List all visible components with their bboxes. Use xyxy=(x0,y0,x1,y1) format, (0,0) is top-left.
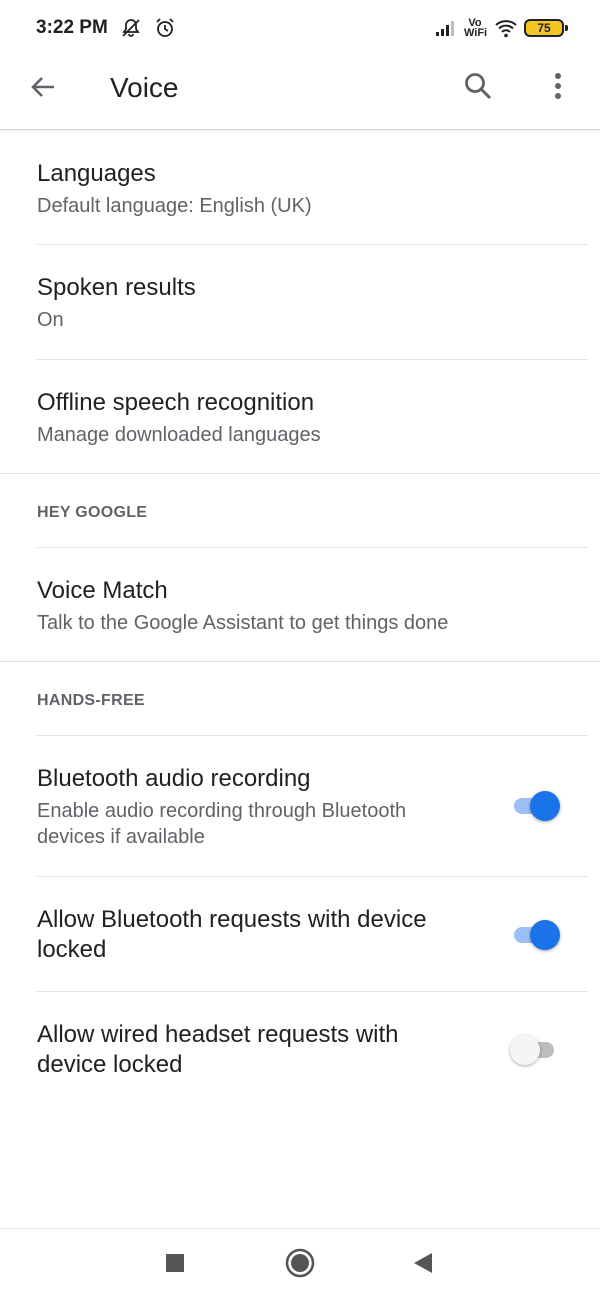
wired-locked-toggle[interactable] xyxy=(510,1033,560,1067)
toggle-thumb xyxy=(530,920,560,950)
languages-setting[interactable]: Languages Default language: English (UK) xyxy=(0,131,600,244)
battery-icon: 75 xyxy=(524,19,568,37)
languages-subtitle: Default language: English (UK) xyxy=(37,195,312,217)
page-title: Voice xyxy=(110,72,179,103)
alarm-icon xyxy=(154,17,176,39)
bluetooth-locked-title-line2: locked xyxy=(37,936,107,963)
more-options-button[interactable] xyxy=(536,66,580,110)
spoken-results-setting[interactable]: Spoken results On xyxy=(0,245,600,359)
wired-locked-title-line1: Allow wired headset requests with xyxy=(37,1021,399,1048)
offline-speech-setting[interactable]: Offline speech recognition Manage downlo… xyxy=(0,360,600,473)
bluetooth-audio-toggle[interactable] xyxy=(510,789,560,823)
search-icon xyxy=(463,71,493,106)
battery-level: 75 xyxy=(537,21,551,35)
spoken-results-subtitle: On xyxy=(37,309,64,331)
back-triangle-icon xyxy=(413,1252,433,1279)
bluetooth-audio-subtitle-line2: devices if available xyxy=(37,826,205,848)
wifi-icon xyxy=(494,17,517,39)
vowifi-indicator: Vo WiFi xyxy=(464,18,488,39)
status-time: 3:22 PM xyxy=(36,17,108,38)
bluetooth-audio-title: Bluetooth audio recording xyxy=(37,765,311,792)
voice-match-title: Voice Match xyxy=(37,577,168,604)
app-bar: Voice xyxy=(0,56,600,130)
home-circle-icon xyxy=(285,1248,315,1283)
vowifi-bottom: WiFi xyxy=(464,27,488,39)
status-right: Vo WiFi 75 xyxy=(434,17,568,39)
status-bar: 3:22 PM Vo WiFi 75 xyxy=(0,0,600,56)
section-header-hey-google: HEY GOOGLE xyxy=(37,504,148,521)
section-header-hands-free: HANDS-FREE xyxy=(37,692,145,709)
bluetooth-locked-setting[interactable]: Allow Bluetooth requests with device loc… xyxy=(0,877,600,991)
wired-locked-title-line2: device locked xyxy=(37,1051,183,1078)
search-button[interactable] xyxy=(456,66,500,110)
system-back-button[interactable] xyxy=(405,1247,441,1283)
wired-locked-setting[interactable]: Allow wired headset requests with device… xyxy=(0,992,600,1106)
more-vert-icon xyxy=(553,71,563,106)
recents-square-icon xyxy=(165,1253,185,1278)
offline-speech-subtitle: Manage downloaded languages xyxy=(37,424,321,446)
toggle-thumb xyxy=(510,1035,540,1065)
system-nav-bar xyxy=(0,1228,600,1300)
toggle-thumb xyxy=(530,791,560,821)
bluetooth-locked-title-line1: Allow Bluetooth requests with device xyxy=(37,906,427,933)
back-button[interactable] xyxy=(22,68,64,110)
bluetooth-audio-subtitle-line1: Enable audio recording through Bluetooth xyxy=(37,800,407,822)
bell-off-icon xyxy=(120,17,142,39)
status-left: 3:22 PM xyxy=(36,17,176,39)
languages-title: Languages xyxy=(37,160,156,187)
signal-icon xyxy=(434,17,456,39)
screen: 3:22 PM Vo WiFi 75 Voice Languages Defau… xyxy=(0,0,600,1300)
voice-match-setting[interactable]: Voice Match Talk to the Google Assistant… xyxy=(0,548,600,661)
offline-speech-title: Offline speech recognition xyxy=(37,389,315,416)
recents-button[interactable] xyxy=(157,1247,193,1283)
bluetooth-locked-toggle[interactable] xyxy=(510,918,560,952)
spoken-results-title: Spoken results xyxy=(37,274,196,301)
settings-list: Languages Default language: English (UK)… xyxy=(0,131,600,1106)
voice-match-subtitle: Talk to the Google Assistant to get thin… xyxy=(37,612,449,634)
back-arrow-icon xyxy=(29,73,57,106)
bluetooth-audio-setting[interactable]: Bluetooth audio recording Enable audio r… xyxy=(0,736,600,876)
home-button[interactable] xyxy=(282,1247,318,1283)
